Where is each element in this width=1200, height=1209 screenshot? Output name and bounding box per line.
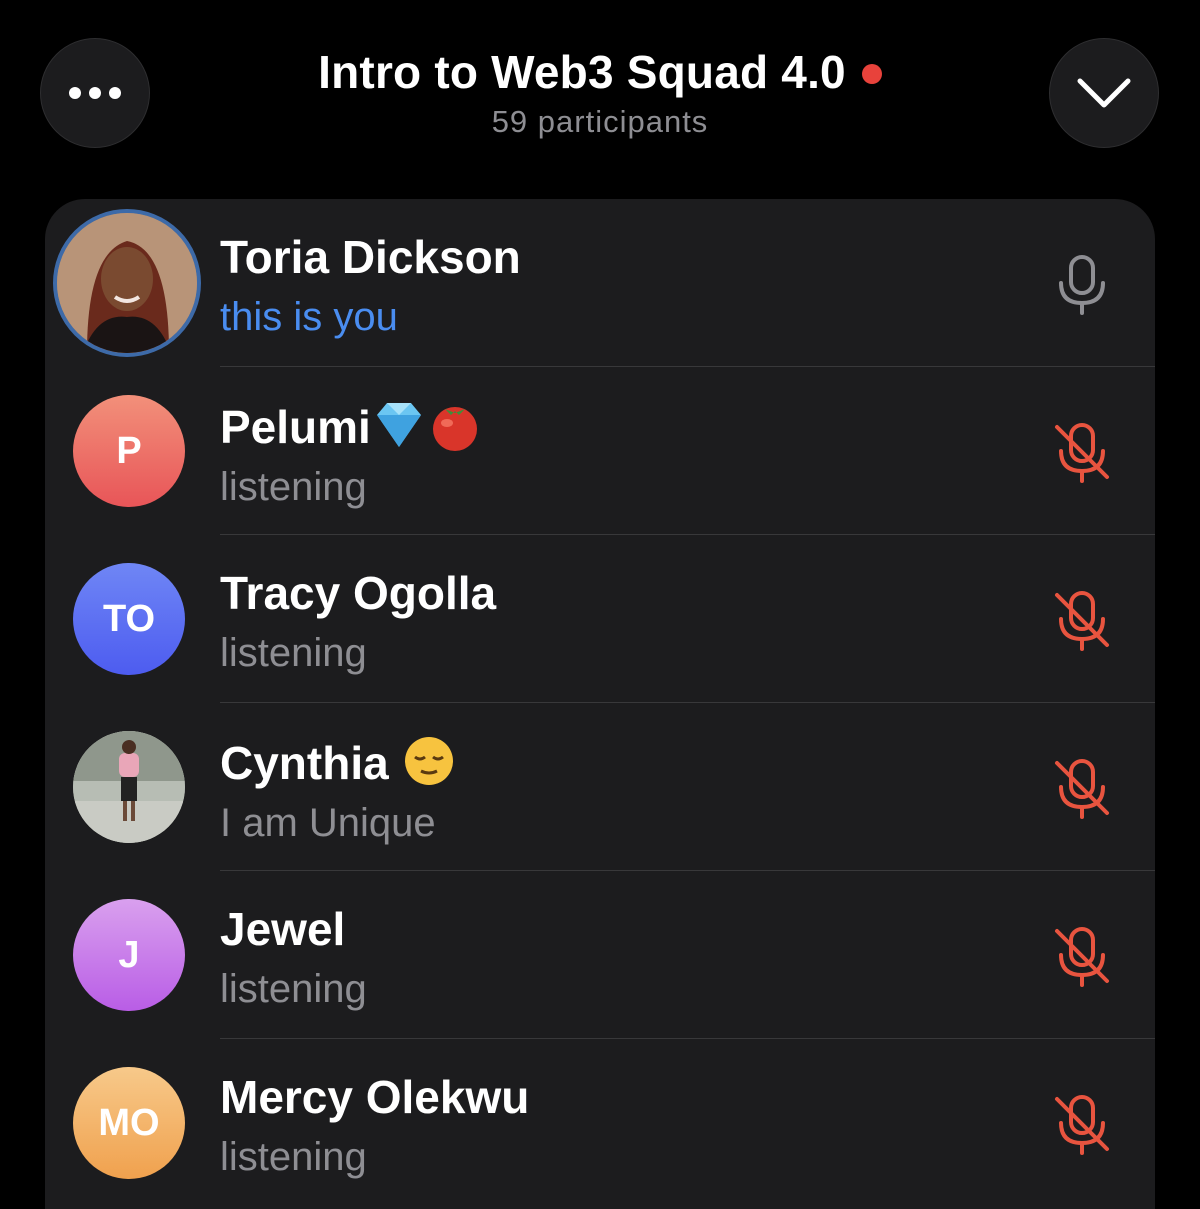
avatar: TO (73, 563, 185, 675)
avatar-initials: TO (102, 597, 156, 640)
microphone-muted-icon[interactable] (1049, 419, 1115, 485)
participant-name-text: Pelumi (220, 401, 371, 453)
participant-name-text: Cynthia (220, 737, 389, 789)
chevron-down-icon (1077, 78, 1131, 108)
avatar-initials: MO (98, 1101, 160, 1144)
participant-row[interactable]: MO Mercy Olekwu listening (45, 1039, 1155, 1207)
avatar-initials: J (118, 933, 140, 976)
tomato-icon (432, 407, 477, 451)
call-header: Intro to Web3 Squad 4.0 59 participants (0, 42, 1200, 140)
profile-photo (57, 213, 197, 353)
participant-status: I am Unique (220, 801, 436, 845)
participant-status: listening (220, 1135, 367, 1179)
relieved-face-icon (405, 737, 454, 785)
avatar (53, 209, 201, 357)
microphone-muted-icon[interactable] (1049, 755, 1115, 821)
participant-row[interactable]: Toria Dickson this is you (45, 199, 1155, 367)
participant-row[interactable]: Cynthia I am Unique (45, 703, 1155, 871)
collapse-button[interactable] (1049, 38, 1159, 148)
avatar (73, 731, 185, 843)
gem-stone-icon (376, 403, 421, 447)
participant-status: listening (220, 465, 367, 509)
microphone-muted-icon[interactable] (1049, 923, 1115, 989)
avatar: P (73, 395, 185, 507)
participant-status: listening (220, 967, 367, 1011)
avatar: MO (73, 1067, 185, 1179)
avatar-initials: P (116, 429, 142, 472)
participant-status: this is you (220, 295, 398, 339)
participant-row[interactable]: P Pelumi listening (45, 367, 1155, 535)
participant-name: Jewel (220, 903, 346, 955)
call-title: Intro to Web3 Squad 4.0 (318, 46, 846, 98)
live-indicator (861, 64, 882, 84)
avatar: J (73, 899, 185, 1011)
participant-name: Cynthia (220, 733, 457, 791)
participant-row[interactable]: TO Tracy Ogolla listening (45, 535, 1155, 703)
participant-name: Pelumi (220, 397, 483, 455)
participant-count: 59 participants (491, 104, 709, 139)
participant-status: listening (220, 631, 367, 675)
profile-photo (73, 731, 185, 843)
participant-name: Mercy Olekwu (220, 1071, 530, 1123)
participant-row[interactable]: J Jewel listening (45, 871, 1155, 1039)
participants-list[interactable]: Toria Dickson this is you P Pelumi liste… (45, 199, 1155, 1209)
participant-name: Toria Dickson (220, 231, 521, 283)
microphone-muted-icon[interactable] (1049, 1091, 1115, 1157)
microphone-icon[interactable] (1049, 251, 1115, 317)
participant-name: Tracy Ogolla (220, 567, 497, 619)
microphone-muted-icon[interactable] (1049, 587, 1115, 653)
